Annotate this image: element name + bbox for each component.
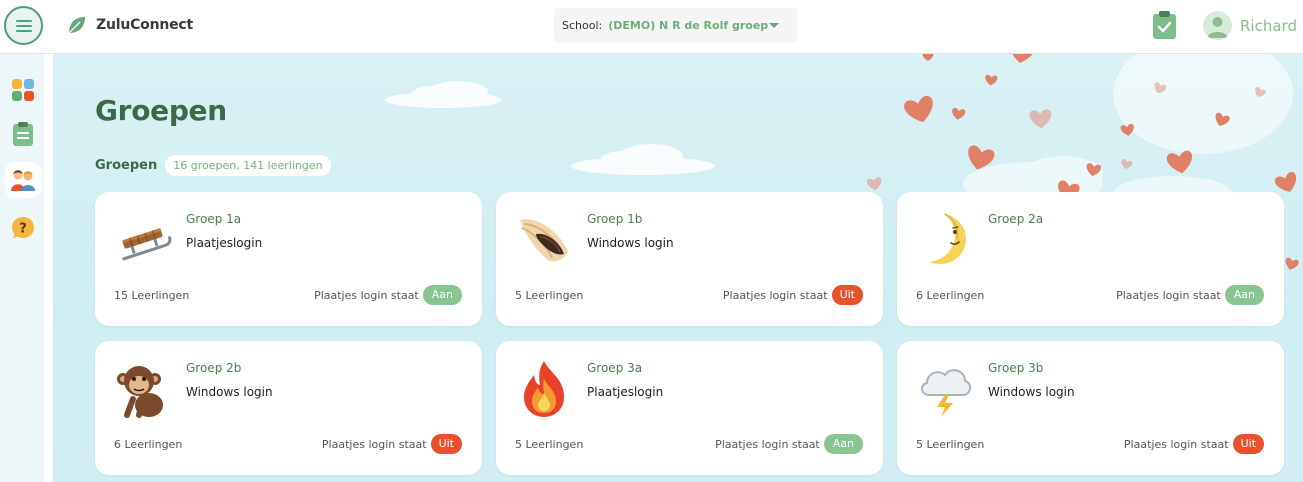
login-status: Plaatjes login staat Uit bbox=[1124, 434, 1264, 454]
login-status: Plaatjes login staat Aan bbox=[314, 285, 462, 305]
school-value: (DEMO) N R de Rolf groep bbox=[608, 19, 769, 32]
heart-decoration bbox=[1121, 159, 1133, 170]
status-badge[interactable]: Aan bbox=[422, 285, 462, 305]
status-label: Plaatjes login staat bbox=[321, 437, 427, 451]
heart-decoration bbox=[1274, 172, 1296, 192]
status-label: Plaatjes login staat bbox=[314, 288, 419, 302]
group-name: Groep 2b bbox=[186, 361, 242, 375]
group-card-2b[interactable]: Groep 2b Windows login 6 Leerlingen Plaa… bbox=[95, 341, 482, 475]
group-name: Groep 1a bbox=[186, 212, 242, 226]
login-type: Windows login bbox=[186, 385, 273, 399]
status-badge[interactable]: Uit bbox=[1232, 434, 1264, 454]
student-count: 5 Leerlingen bbox=[515, 289, 584, 302]
login-status: Plaatjes login staat Uit bbox=[723, 285, 863, 305]
clipboard-check-icon bbox=[1153, 11, 1176, 39]
section-header: Groepen 16 groepen, 141 leerlingen bbox=[95, 155, 331, 176]
group-card-1b[interactable]: Groep 1b Windows login 5 Leerlingen Plaa… bbox=[496, 192, 883, 326]
chevron-down-icon bbox=[769, 23, 779, 28]
login-type: Plaatjeslogin bbox=[587, 385, 664, 399]
login-status: Plaatjes login staat Aan bbox=[715, 434, 863, 454]
svg-text:?: ? bbox=[19, 222, 27, 237]
heart-decoration bbox=[1029, 109, 1052, 129]
main-content: Groepen Groepen 16 groepen, 141 leerling… bbox=[53, 54, 1303, 482]
user-menu[interactable]: Richard bbox=[1203, 11, 1297, 40]
hamburger-menu-icon bbox=[15, 19, 32, 32]
login-status: Plaatjes login staat Uit bbox=[322, 434, 462, 454]
fire-icon bbox=[524, 361, 564, 417]
group-card-3b[interactable]: Groep 3b Windows login 5 Leerlingen Plaa… bbox=[897, 341, 1284, 475]
heart-decoration bbox=[1010, 54, 1035, 63]
sidebar-item-help[interactable]: ? bbox=[5, 210, 41, 246]
heart-decoration bbox=[922, 54, 934, 62]
status-badge[interactable]: Uit bbox=[831, 285, 863, 305]
heart-decoration bbox=[1167, 150, 1193, 174]
student-count: 6 Leerlingen bbox=[114, 438, 183, 451]
login-type: Windows login bbox=[988, 385, 1075, 399]
student-count: 5 Leerlingen bbox=[515, 438, 584, 451]
status-badge[interactable]: Aan bbox=[1224, 285, 1264, 305]
status-label: Plaatjes login staat bbox=[722, 288, 828, 302]
login-type: Windows login bbox=[587, 236, 674, 250]
student-count: 5 Leerlingen bbox=[916, 438, 985, 451]
clipboard-icon bbox=[13, 122, 33, 146]
app-logo[interactable]: ZuluConnect bbox=[66, 14, 193, 36]
group-name: Groep 1b bbox=[587, 212, 643, 226]
heart-decoration bbox=[904, 95, 933, 123]
section-count-badge: 16 groepen, 141 leerlingen bbox=[165, 155, 331, 176]
seashell-icon bbox=[520, 219, 568, 262]
status-label: Plaatjes login staat bbox=[1116, 288, 1221, 302]
status-label: Plaatjes login staat bbox=[1123, 437, 1229, 451]
top-bar: ZuluConnect School: (DEMO) N R de Rolf g… bbox=[0, 0, 1303, 54]
group-people-icon bbox=[11, 170, 35, 191]
cloud-lightning-icon bbox=[921, 369, 971, 417]
student-count: 6 Leerlingen bbox=[916, 289, 985, 302]
school-label: School: bbox=[562, 19, 603, 32]
status-badge[interactable]: Uit bbox=[430, 434, 462, 454]
group-card-3a[interactable]: Groep 3a Plaatjeslogin 5 Leerlingen Plaa… bbox=[496, 341, 883, 475]
crescent-moon-face-icon bbox=[929, 213, 967, 265]
status-badge[interactable]: Aan bbox=[823, 434, 863, 454]
heart-decoration bbox=[1285, 257, 1299, 270]
sled-icon bbox=[122, 228, 172, 261]
login-status: Plaatjes login staat Aan bbox=[1116, 285, 1264, 305]
group-card-1a[interactable]: Groep 1a Plaatjeslogin 15 Leerlingen Pla… bbox=[95, 192, 482, 326]
clipboard-button[interactable] bbox=[1152, 10, 1177, 40]
sidebar: ? bbox=[0, 54, 44, 482]
group-name: Groep 3b bbox=[988, 361, 1044, 375]
sidebar-item-apps[interactable] bbox=[5, 72, 41, 108]
heart-decoration bbox=[867, 177, 882, 191]
login-type: Plaatjeslogin bbox=[186, 236, 263, 250]
sidebar-item-tasks[interactable] bbox=[5, 116, 41, 152]
help-bubble-icon: ? bbox=[12, 217, 34, 239]
sidebar-item-groups[interactable] bbox=[5, 162, 41, 198]
app-name: ZuluConnect bbox=[96, 17, 193, 33]
monkey-icon bbox=[117, 366, 163, 418]
group-name: Groep 2a bbox=[988, 212, 1044, 226]
leaf-icon bbox=[68, 17, 85, 34]
heart-decoration bbox=[952, 108, 966, 120]
school-selector[interactable]: School: (DEMO) N R de Rolf groep bbox=[554, 8, 797, 43]
user-avatar-icon bbox=[1203, 11, 1232, 40]
menu-button[interactable] bbox=[4, 6, 43, 45]
user-name: Richard bbox=[1240, 16, 1297, 35]
group-card-2a[interactable]: Groep 2a 6 Leerlingen Plaatjes login sta… bbox=[897, 192, 1284, 326]
app-grid-icon bbox=[12, 79, 34, 101]
group-name: Groep 3a bbox=[587, 361, 643, 375]
status-label: Plaatjes login staat bbox=[715, 437, 820, 451]
heart-decoration bbox=[985, 74, 998, 86]
student-count: 15 Leerlingen bbox=[114, 289, 190, 302]
page-title: Groepen bbox=[95, 94, 227, 127]
section-title: Groepen bbox=[95, 158, 158, 173]
